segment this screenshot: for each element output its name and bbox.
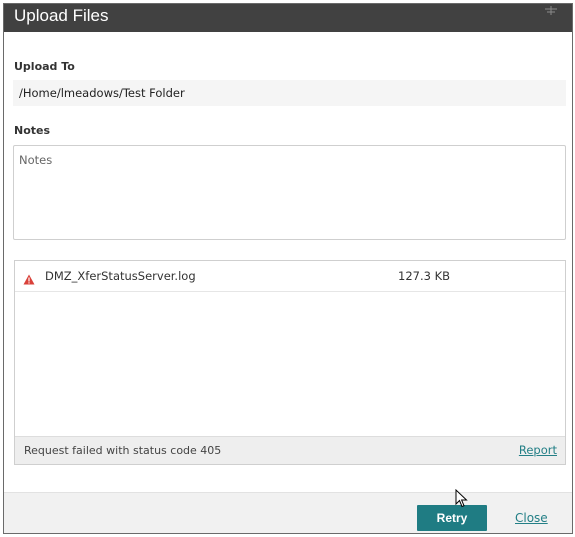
dialog-title: Upload Files bbox=[14, 6, 109, 25]
notes-input[interactable] bbox=[13, 145, 566, 240]
dialog-footer: Retry Close bbox=[4, 492, 572, 533]
file-list-panel: DMZ_XferStatusServer.log 127.3 KB Reques… bbox=[14, 260, 566, 465]
upload-files-dialog: Upload Files Upload To /Home/lmeadows/Te… bbox=[3, 3, 573, 534]
file-name: DMZ_XferStatusServer.log bbox=[45, 269, 196, 283]
pin-icon[interactable] bbox=[544, 6, 558, 16]
upload-to-path: /Home/lmeadows/Test Folder bbox=[13, 80, 566, 106]
file-size: 127.3 KB bbox=[398, 269, 451, 283]
mouse-cursor-icon bbox=[455, 488, 469, 509]
status-message: Request failed with status code 405 bbox=[24, 444, 222, 457]
retry-button[interactable]: Retry bbox=[417, 505, 487, 531]
file-row[interactable]: DMZ_XferStatusServer.log 127.3 KB bbox=[15, 261, 565, 292]
notes-label: Notes bbox=[14, 124, 51, 137]
upload-to-label: Upload To bbox=[14, 60, 75, 73]
warning-triangle-icon bbox=[23, 270, 35, 285]
report-link[interactable]: Report bbox=[519, 437, 557, 464]
upload-status-bar: Request failed with status code 405 Repo… bbox=[15, 436, 565, 464]
close-link[interactable]: Close bbox=[515, 505, 548, 531]
dialog-title-bar[interactable]: Upload Files bbox=[4, 4, 572, 32]
